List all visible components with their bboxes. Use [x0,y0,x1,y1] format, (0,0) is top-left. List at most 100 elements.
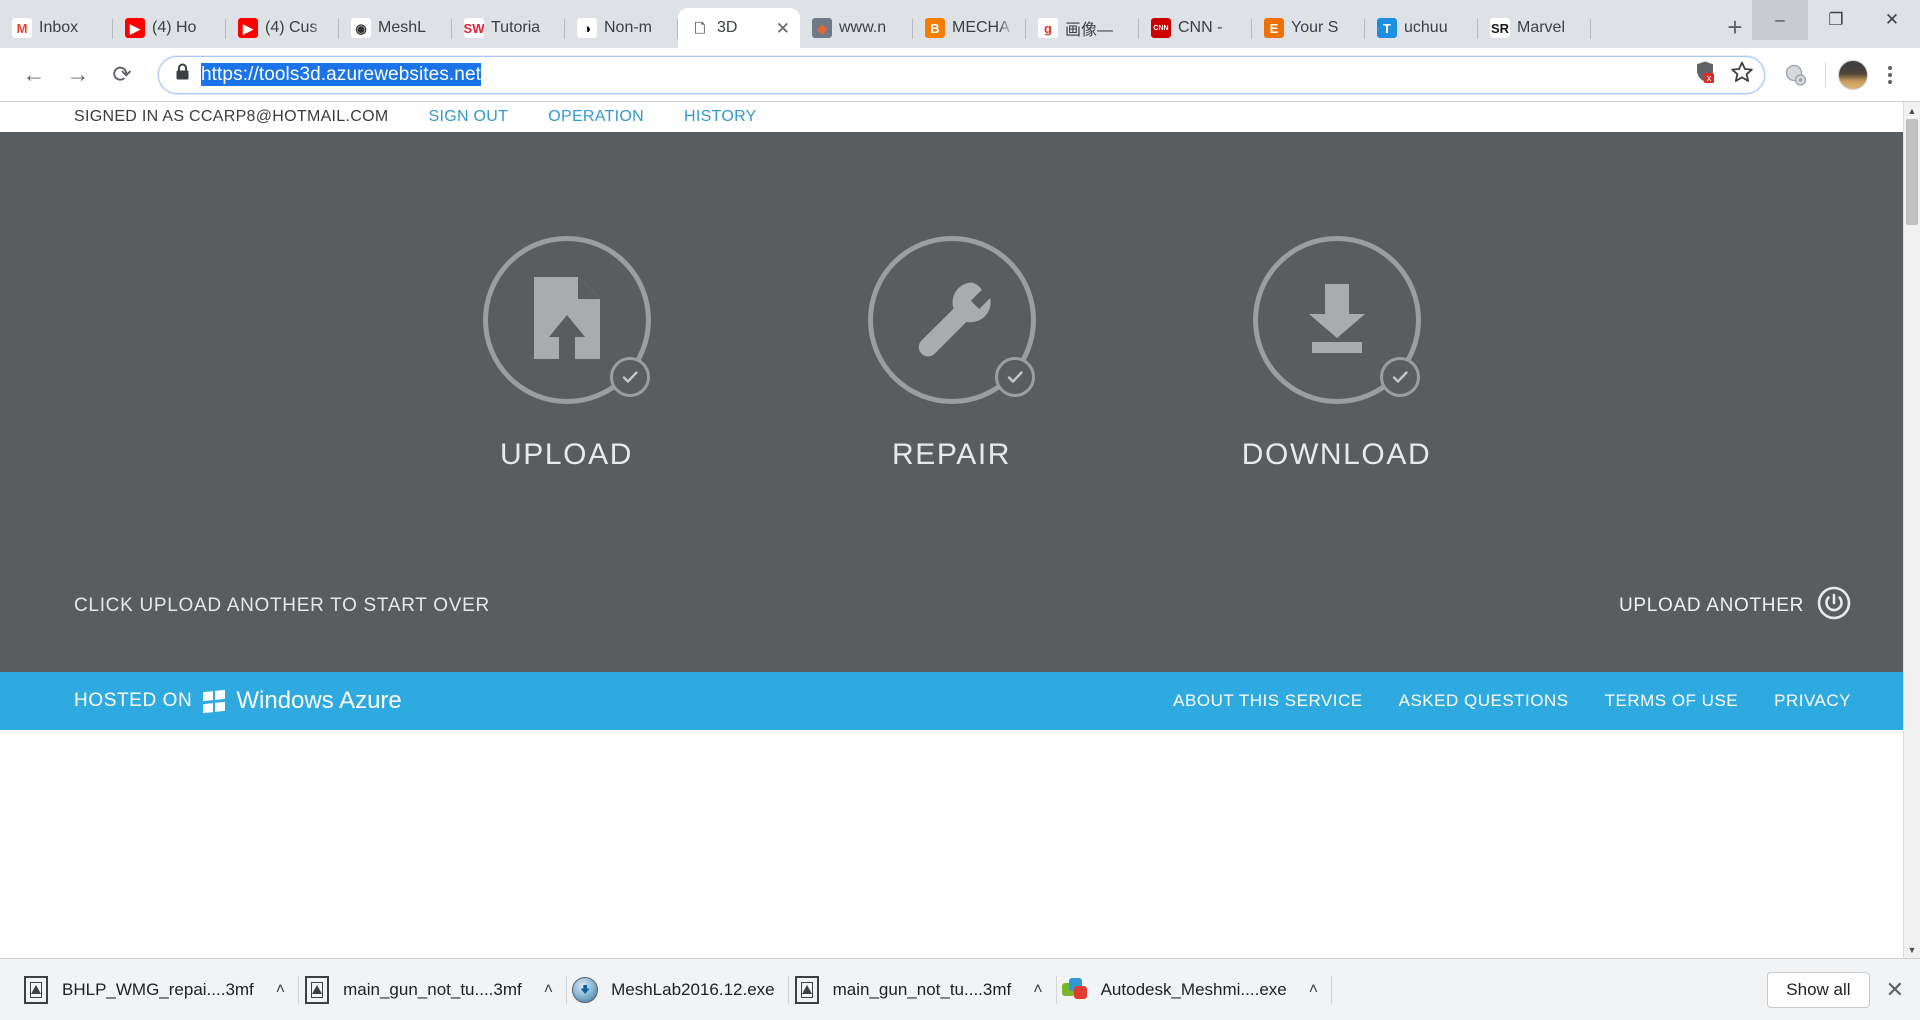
tab-title: 3D [717,19,769,37]
download-shelf: BHLP_WMG_repai....3mf˄ main_gun_not_tu...… [0,958,1920,1020]
t-circle-icon: T [1377,18,1397,38]
footer-link-privacy[interactable]: PRIVACY [1774,691,1851,711]
upload-circle[interactable] [483,236,651,404]
sign-out-link[interactable]: SIGN OUT [428,108,508,126]
3mf-file-icon [793,975,821,1005]
show-all-downloads-button[interactable]: Show all [1767,972,1869,1008]
youtube-icon: ▶ [238,18,258,38]
footer-links: ABOUT THIS SERVICE ASKED QUESTIONS TERMS… [1173,691,1851,711]
download-menu-caret-icon[interactable]: ˄ [1309,981,1318,999]
scrollbar-thumb[interactable] [1906,119,1918,225]
tab-title: 画像— [1065,16,1129,40]
download-item[interactable]: main_gun_not_tu....3mf ˄ [789,968,1057,1012]
meshlab-icon: ◉ [351,18,371,38]
download-file-name: main_gun_not_tu....3mf [833,980,1012,1000]
browser-tab[interactable]: SW Tutoria [452,8,565,48]
download-item-list: BHLP_WMG_repai....3mf˄ main_gun_not_tu...… [18,968,1332,1012]
check-badge [995,357,1035,397]
browser-tab[interactable]: ◉MeshL [339,8,452,48]
forward-button[interactable]: → [58,55,98,95]
address-bar[interactable]: https://tools3d.azurewebsites.net x [158,56,1765,94]
tab-title: Your S [1291,19,1355,37]
url-text[interactable]: https://tools3d.azurewebsites.net [201,64,1684,86]
step-download[interactable]: DOWNLOAD [1247,236,1427,472]
window-controls: – ❐ ✕ [1752,0,1920,48]
browser-tab[interactable]: B MECHA [913,8,1026,48]
star-icon[interactable] [1730,60,1754,89]
footer-link-faq[interactable]: ASKED QUESTIONS [1399,691,1569,711]
e-icon: E [1264,18,1284,38]
operation-link[interactable]: OPERATION [548,108,644,126]
reload-button[interactable]: ⟳ [102,55,142,95]
tab-title: Tutoria [491,19,555,37]
avatar[interactable] [1838,60,1868,90]
browser-tab[interactable]: CNNCNN - [1139,8,1252,48]
tab-title: Inbox [39,19,103,37]
upload-another-label: UPLOAD ANOTHER [1619,595,1804,617]
download-file-name: MeshLab2016.12.exe [611,980,775,1000]
history-link[interactable]: HISTORY [684,108,757,126]
close-shelf-button[interactable]: ✕ [1886,977,1904,1003]
site-footer: HOSTED ON Windows Azure ABOUT THIS SERVI… [0,672,1903,730]
kebab-menu-icon[interactable] [1874,66,1906,84]
browser-tab[interactable]: 🗋3D✕ [678,8,800,48]
blogger-icon: B [925,18,945,38]
footer-link-terms[interactable]: TERMS OF USE [1605,691,1739,711]
netfabb-icon: ◑ [577,18,597,38]
download-menu-caret-icon[interactable]: ˄ [1033,981,1042,999]
repair-circle[interactable] [868,236,1036,404]
back-button[interactable]: ← [14,55,54,95]
download-item[interactable]: MeshLab2016.12.exe [567,968,789,1012]
scroll-down-arrow[interactable]: ▼ [1904,941,1920,958]
download-item[interactable]: main_gun_not_tu....3mf˄ [299,968,567,1012]
browser-tab[interactable]: M Inbox [0,8,113,48]
browser-tab[interactable]: ◑Non-m [565,8,678,48]
browser-tab[interactable]: SR Marvel [1478,8,1591,48]
progress-steps: UPLOAD RE [0,132,1903,472]
download-item[interactable]: Autodesk_Meshmi....exe˄ [1057,968,1333,1012]
browser-tab[interactable]: Tuchuu [1365,8,1478,48]
step-upload[interactable]: UPLOAD [477,236,657,472]
download-menu-caret-icon[interactable]: ˄ [544,981,553,999]
blocked-content-shield-icon[interactable]: x [1694,60,1716,89]
tab-title: www.n [839,19,903,37]
scroll-up-arrow[interactable]: ▲ [1904,102,1920,119]
tab-close-icon[interactable]: ✕ [776,20,790,37]
step-label-repair: REPAIR [892,438,1011,472]
minimize-button[interactable]: – [1752,0,1808,40]
footer-link-about[interactable]: ABOUT THIS SERVICE [1173,691,1362,711]
sr-icon: SR [1490,18,1510,38]
3mf-file-icon [22,975,50,1005]
lock-icon [175,63,191,86]
tab-list: M Inbox ▶(4) Ho▶(4) Cus◉MeshL SW Tutoria ◑Non… [0,0,1712,48]
check-badge [610,357,650,397]
hosted-on-label: HOSTED ON [74,690,192,712]
azure-brand-label: Windows Azure [236,687,401,715]
new-tab-button[interactable]: + [1718,10,1752,44]
download-icon [1296,276,1378,365]
close-window-button[interactable]: ✕ [1864,0,1920,40]
hosted-on-azure: HOSTED ON Windows Azure [74,687,402,715]
cnn-icon: CNN [1151,18,1171,38]
download-circle[interactable] [1253,236,1421,404]
browser-tab[interactable]: E Your S [1252,8,1365,48]
google-images-icon: g [1038,18,1058,38]
download-menu-caret-icon[interactable]: ˄ [276,981,285,999]
upload-another-button[interactable]: UPLOAD ANOTHER [1619,586,1851,626]
browser-tab[interactable]: ▶(4) Cus [226,8,339,48]
step-repair[interactable]: REPAIR [862,236,1042,472]
download-item[interactable]: BHLP_WMG_repai....3mf˄ [18,968,299,1012]
browser-tab[interactable]: ▶(4) Ho [113,8,226,48]
gmail-icon: M [12,18,32,38]
hero-section: UPLOAD RE [0,132,1903,672]
browser-tab[interactable]: g 画像— [1026,8,1139,48]
site-header: SIGNED IN AS CCARP8@HOTMAIL.COM SIGN OUT… [0,102,1903,132]
solidworks-icon: SW [464,18,484,38]
tab-title: Marvel [1517,19,1581,37]
extension-icon[interactable] [1779,62,1813,88]
tab-title: uchuu [1404,19,1468,37]
maximize-button[interactable]: ❐ [1808,0,1864,40]
page-scrollbar[interactable]: ▲ ▼ [1903,102,1920,958]
tab-title: MECHA [952,19,1016,37]
browser-tab[interactable]: ◆www.n [800,8,913,48]
